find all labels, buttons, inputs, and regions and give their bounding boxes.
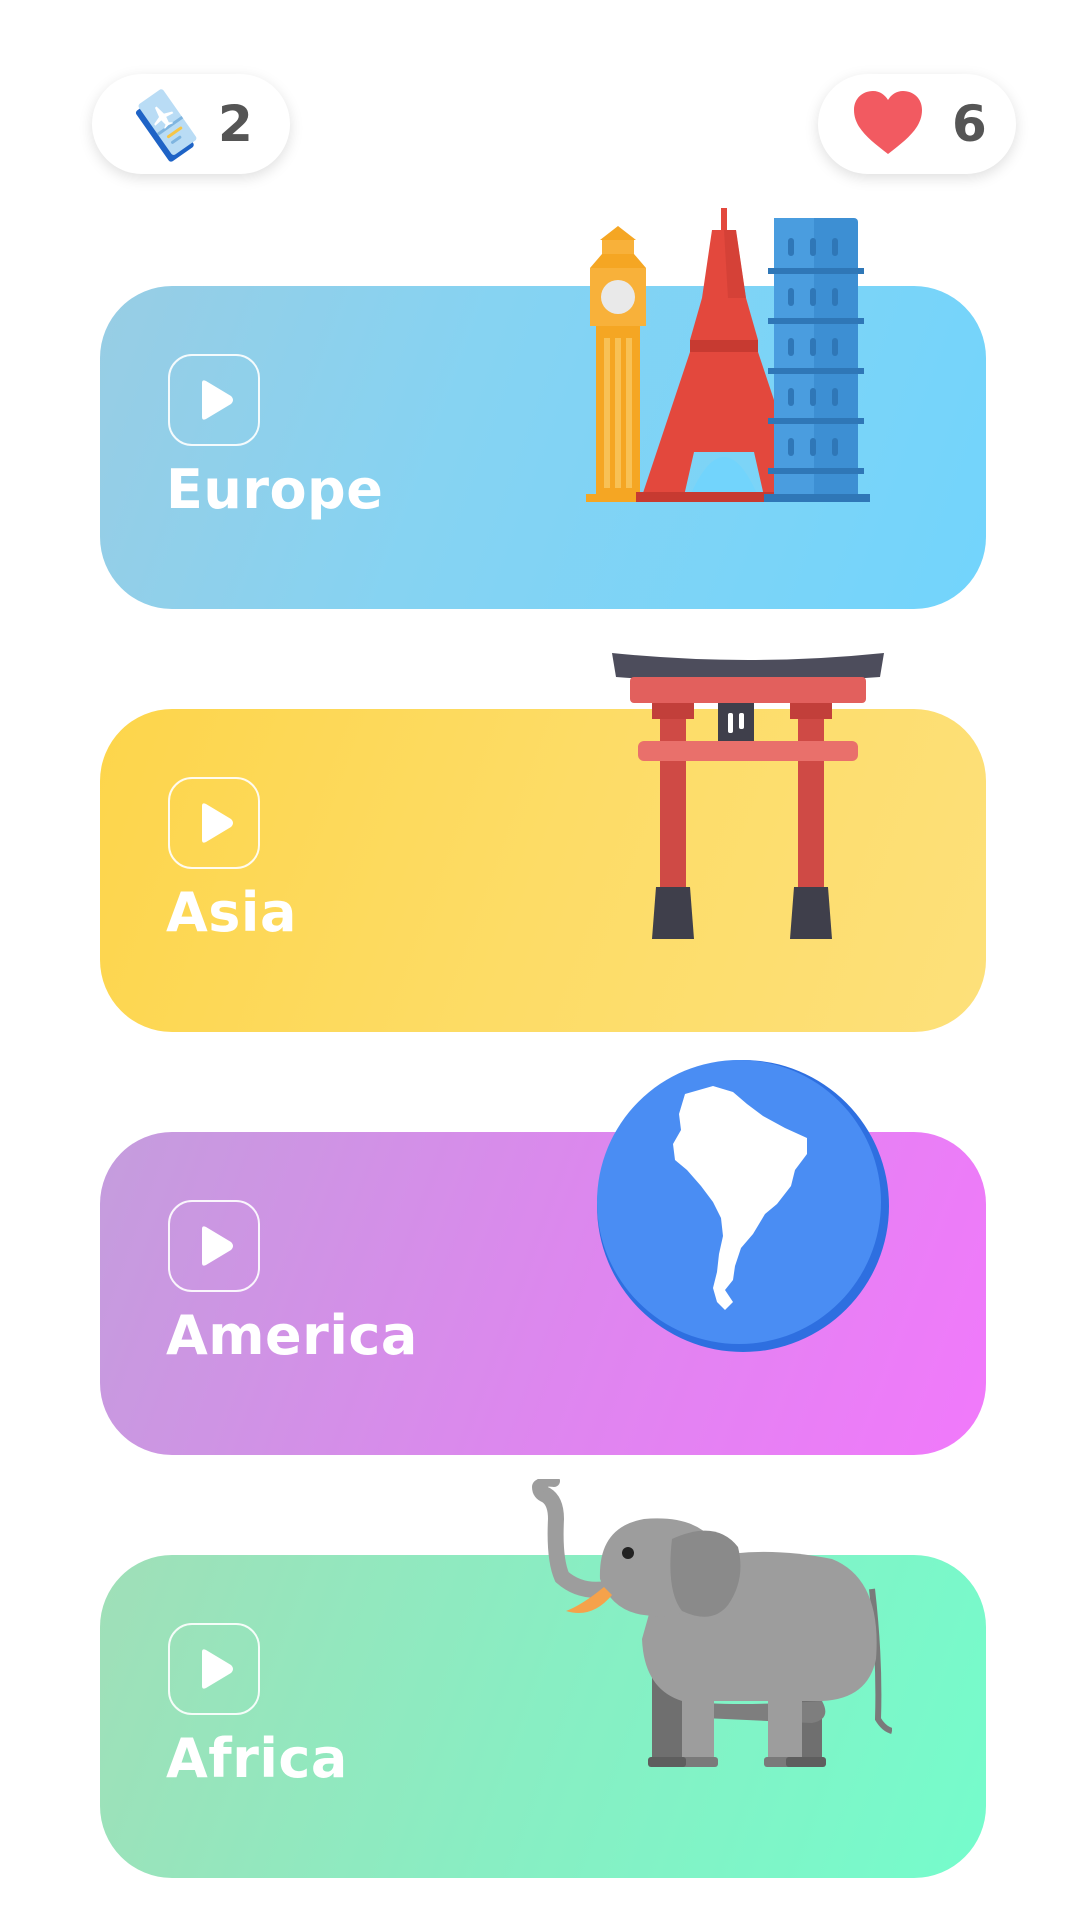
play-button-europe[interactable] <box>168 354 260 446</box>
continent-title: Africa <box>166 1727 348 1790</box>
tickets-count: 2 <box>218 95 253 153</box>
continent-card-asia[interactable]: Asia <box>100 653 986 1032</box>
plane-ticket-icon <box>130 84 210 164</box>
lives-counter[interactable]: 6 <box>818 74 1016 174</box>
south-america-globe-icon <box>595 1058 891 1354</box>
play-icon <box>202 803 233 843</box>
continent-card-america[interactable]: America <box>100 1060 986 1455</box>
landmarks-icon <box>578 208 888 508</box>
continent-title: Europe <box>166 458 384 521</box>
elephant-icon <box>532 1474 893 1779</box>
play-icon <box>202 1226 233 1266</box>
play-button-america[interactable] <box>168 1200 260 1292</box>
continent-title: America <box>166 1304 418 1367</box>
lives-count: 6 <box>952 95 987 153</box>
continent-card-europe[interactable]: Europe <box>100 208 986 609</box>
continent-card-africa[interactable]: Africa <box>100 1474 986 1878</box>
tickets-counter[interactable]: 2 <box>92 74 290 174</box>
play-icon <box>202 380 233 420</box>
play-icon <box>202 1649 233 1689</box>
continent-title: Asia <box>166 881 297 944</box>
level-select-screen: 2 6 Europe Asia America Africa <box>0 0 1080 1920</box>
play-button-africa[interactable] <box>168 1623 260 1715</box>
torii-gate-icon <box>608 653 888 943</box>
play-button-asia[interactable] <box>168 777 260 869</box>
heart-icon <box>850 86 926 162</box>
